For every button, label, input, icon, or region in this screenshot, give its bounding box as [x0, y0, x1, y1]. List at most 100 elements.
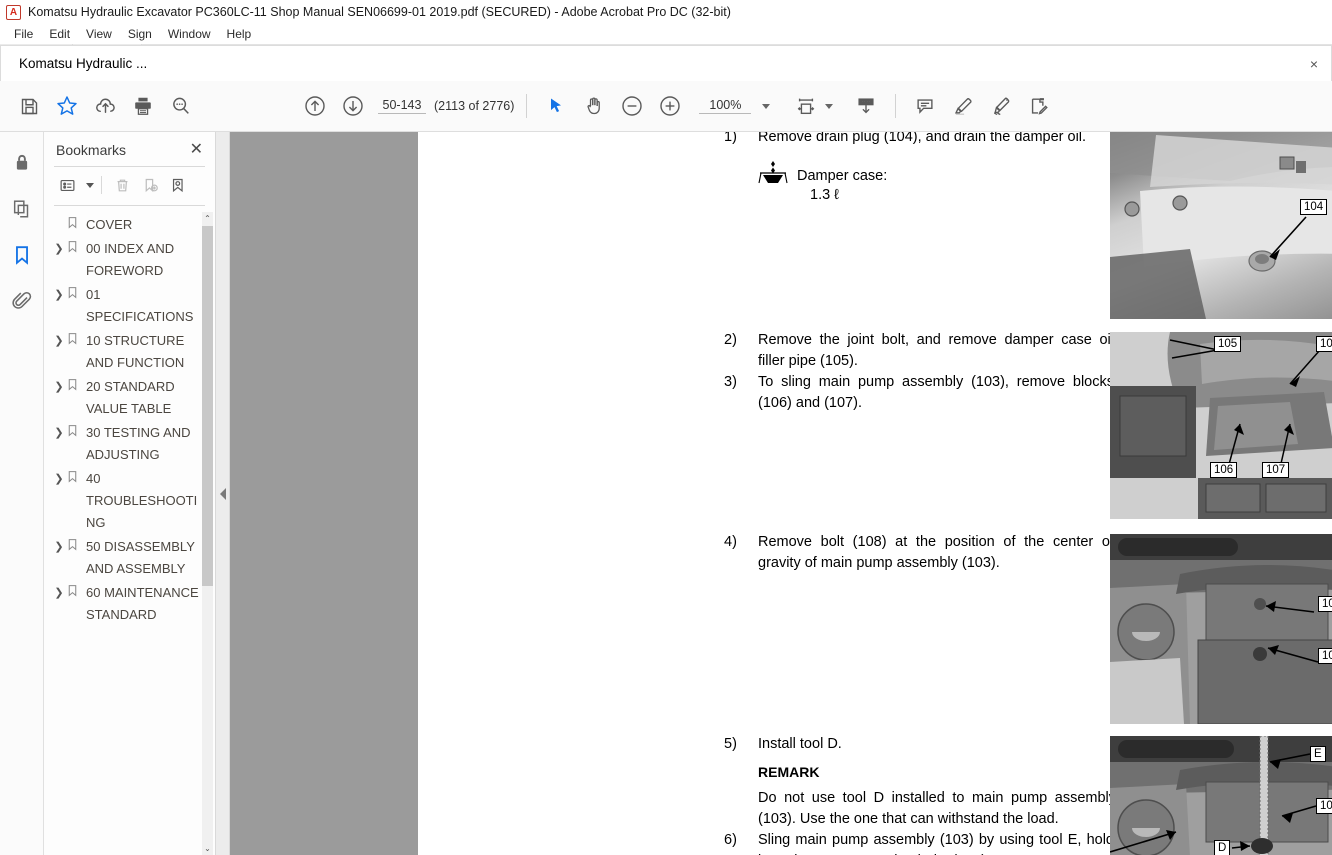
arrow-down-circle-icon[interactable]	[334, 87, 372, 125]
list-item[interactable]: ❯ 10 STRUCTURE AND FUNCTION	[44, 330, 215, 374]
list-item[interactable]: ❯ 30 TESTING AND ADJUSTING	[44, 422, 215, 466]
callout-107: 107	[1262, 462, 1290, 478]
list-item[interactable]: ❯ COVER	[44, 214, 215, 236]
bookmark-icon	[66, 582, 84, 604]
scrollbar-thumb[interactable]	[202, 226, 213, 586]
callout-103: 103	[1318, 596, 1332, 612]
zoom-level-value[interactable]: 100%	[699, 98, 752, 114]
list-item-label: 50 DISASSEMBLY AND ASSEMBLY	[86, 539, 195, 576]
scroll-up-arrow-icon[interactable]: ⌃	[202, 212, 213, 225]
zoom-control[interactable]: 100%	[699, 98, 771, 114]
cursor-icon[interactable]	[537, 87, 575, 125]
step-1-text: Remove drain plug (104), and drain the d…	[758, 132, 1087, 145]
chevron-right-icon[interactable]: ❯	[52, 330, 66, 352]
bookmarks-title: Bookmarks	[56, 142, 127, 158]
zoom-out-icon[interactable]	[613, 87, 651, 125]
panel-splitter[interactable]	[216, 132, 230, 855]
list-item[interactable]: ❯ 50 DISASSEMBLY AND ASSEMBLY	[44, 536, 215, 580]
chevron-down-icon[interactable]	[762, 103, 771, 109]
bookmark-icon	[66, 214, 84, 236]
step-2-number: 2)	[724, 332, 737, 348]
figure-tool-d-e: E 103 D	[1110, 736, 1332, 855]
step-6-text: Sling main pump assembly (103) by using …	[758, 832, 1114, 855]
draw-icon[interactable]	[982, 87, 1020, 125]
close-icon[interactable]: ✕	[190, 142, 203, 158]
step-1: 1) Remove drain plug (104), and drain th…	[724, 132, 1109, 148]
chevron-right-icon[interactable]: ❯	[52, 422, 66, 444]
figure-cpp35047-artwork	[1110, 332, 1332, 519]
chevron-right-icon[interactable]: ❯	[52, 284, 66, 306]
bookmark-icon	[66, 330, 84, 352]
remark-body: Do not use tool D installed to main pump…	[758, 788, 1116, 830]
bookmarks-toolbar-divider	[101, 176, 102, 194]
bookmarks-options-chevron-down-icon[interactable]	[86, 182, 94, 188]
bookmarks-scrollbar[interactable]: ⌃ ⌄	[202, 212, 213, 855]
toolbar-divider-1	[526, 94, 528, 118]
remark-text: Do not use tool D installed to main pump…	[758, 790, 1116, 827]
menu-sign[interactable]: Sign	[120, 26, 160, 42]
list-item[interactable]: ❯ 60 MAINTENANCE STANDARD	[44, 582, 215, 626]
scroll-down-icon[interactable]	[847, 87, 885, 125]
star-icon[interactable]	[48, 87, 86, 125]
list-item[interactable]: ❯ 00 INDEX AND FOREWORD	[44, 238, 215, 282]
menu-help[interactable]: Help	[219, 26, 260, 42]
save-icon[interactable]	[10, 87, 48, 125]
tab-document[interactable]: Komatsu Hydraulic ... ×	[0, 45, 1332, 81]
chevron-right-icon[interactable]: ❯	[52, 376, 66, 398]
page-thumbnails-icon[interactable]	[7, 194, 37, 224]
search-icon[interactable]	[162, 87, 200, 125]
bookmarks-icon[interactable]	[7, 240, 37, 270]
bookmarks-list[interactable]: ❯ COVER ❯ 00 INDEX AND FOREWORD ❯ 01 SPE…	[44, 206, 215, 855]
acrobat-icon: A	[6, 4, 21, 20]
oil-fill-icon	[753, 159, 797, 192]
list-item-label: 30 TESTING AND ADJUSTING	[86, 425, 191, 462]
bookmark-icon	[66, 422, 84, 444]
print-icon[interactable]	[124, 87, 162, 125]
menu-edit[interactable]: Edit	[41, 26, 78, 42]
new-bookmark-icon[interactable]	[137, 173, 163, 197]
comment-icon[interactable]	[906, 87, 944, 125]
menu-view[interactable]: View	[78, 26, 120, 42]
menu-file[interactable]: File	[6, 26, 41, 42]
page-number-input[interactable]: 50-143	[378, 98, 426, 114]
list-item[interactable]: ❯ 01 SPECIFICATIONS	[44, 284, 215, 328]
page-view[interactable]: 1) Remove drain plug (104), and drain th…	[230, 132, 1332, 855]
step-4-text: Remove bolt (108) at the position of the…	[758, 534, 1114, 571]
tab-document-label: Komatsu Hydraulic ...	[19, 56, 148, 71]
collapse-panel-arrow-icon[interactable]	[220, 488, 226, 500]
list-options-icon[interactable]	[54, 173, 80, 197]
bookmarks-header: Bookmarks ✕	[44, 132, 215, 164]
cloud-upload-icon[interactable]	[86, 87, 124, 125]
hand-icon[interactable]	[575, 87, 613, 125]
close-icon[interactable]: ×	[1307, 57, 1321, 71]
step-5-number: 5)	[724, 736, 737, 752]
chevron-right-icon[interactable]: ❯	[52, 468, 66, 490]
fill-and-sign-icon[interactable]	[1020, 87, 1058, 125]
step-2: 2) Remove the joint bolt, and remove dam…	[724, 330, 1114, 372]
security-lock-icon[interactable]	[7, 148, 37, 178]
step-4-number: 4)	[724, 534, 737, 550]
bookmark-icon	[66, 238, 84, 260]
menu-window[interactable]: Window	[160, 26, 219, 42]
tab-strip: Home Tools Komatsu Hydraulic ... ×	[0, 44, 1332, 81]
zoom-in-icon[interactable]	[651, 87, 689, 125]
list-item[interactable]: ❯ 20 STANDARD VALUE TABLE	[44, 376, 215, 420]
bookmarks-toolbar	[44, 167, 215, 203]
chevron-right-icon[interactable]: ❯	[52, 238, 66, 260]
attachments-icon[interactable]	[7, 286, 37, 316]
list-item-label: COVER	[86, 217, 133, 232]
list-item-label: 10 STRUCTURE AND FUNCTION	[86, 333, 185, 370]
scroll-down-arrow-icon[interactable]: ⌄	[202, 842, 213, 855]
highlight-icon[interactable]	[944, 87, 982, 125]
fit-page-chevron-down-icon[interactable]	[825, 103, 834, 109]
chevron-right-icon[interactable]: ❯	[52, 536, 66, 558]
list-item[interactable]: ❯ 40 TROUBLESHOOTING	[44, 468, 215, 534]
chevron-right-icon[interactable]: ❯	[52, 582, 66, 604]
bookmark-properties-icon[interactable]	[165, 173, 191, 197]
bookmark-icon	[66, 376, 84, 398]
figure-cpp35048-artwork	[1110, 534, 1332, 724]
document-content: 1) Remove drain plug (104), and drain th…	[418, 132, 1332, 855]
trash-icon[interactable]	[109, 173, 135, 197]
arrow-up-circle-icon[interactable]	[296, 87, 334, 125]
fit-page-icon[interactable]	[791, 87, 821, 125]
